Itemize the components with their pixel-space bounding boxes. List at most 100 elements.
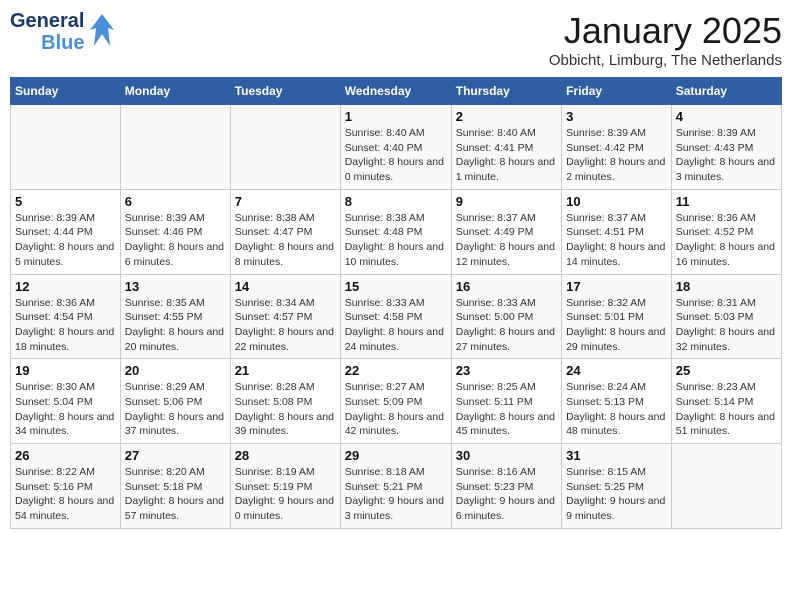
table-row: 12 Sunrise: 8:36 AM Sunset: 4:54 PM Dayli…: [11, 274, 121, 359]
table-row: 1 Sunrise: 8:40 AM Sunset: 4:40 PM Daylig…: [340, 105, 451, 190]
day-number: 12: [15, 279, 116, 294]
table-row: [230, 105, 340, 190]
day-number: 29: [345, 448, 447, 463]
day-info: Sunrise: 8:31 AM Sunset: 5:03 PM Dayligh…: [676, 296, 777, 355]
logo-bird-icon: [88, 12, 116, 48]
day-info: Sunrise: 8:28 AM Sunset: 5:08 PM Dayligh…: [235, 380, 336, 439]
day-info: Sunrise: 8:39 AM Sunset: 4:44 PM Dayligh…: [15, 211, 116, 270]
day-info: Sunrise: 8:15 AM Sunset: 5:25 PM Dayligh…: [566, 465, 667, 524]
logo: General Blue: [10, 10, 116, 54]
day-number: 19: [15, 363, 116, 378]
day-info: Sunrise: 8:22 AM Sunset: 5:16 PM Dayligh…: [15, 465, 116, 524]
day-number: 22: [345, 363, 447, 378]
calendar-week-row: 5 Sunrise: 8:39 AM Sunset: 4:44 PM Daylig…: [11, 189, 782, 274]
logo-general: General: [10, 10, 84, 32]
table-row: 4 Sunrise: 8:39 AM Sunset: 4:43 PM Daylig…: [671, 105, 781, 190]
table-row: 26 Sunrise: 8:22 AM Sunset: 5:16 PM Dayli…: [11, 444, 121, 529]
table-row: [671, 444, 781, 529]
day-info: Sunrise: 8:35 AM Sunset: 4:55 PM Dayligh…: [125, 296, 226, 355]
day-info: Sunrise: 8:27 AM Sunset: 5:09 PM Dayligh…: [345, 380, 447, 439]
page-header: General Blue January 2025 Obbicht, Limbu…: [10, 10, 782, 69]
day-info: Sunrise: 8:38 AM Sunset: 4:47 PM Dayligh…: [235, 211, 336, 270]
day-number: 13: [125, 279, 226, 294]
table-row: 20Sunrise: 8:29 AM Sunset: 5:06 PM Dayli…: [120, 359, 230, 444]
logo-blue: Blue: [41, 32, 84, 54]
table-row: 22 Sunrise: 8:27 AM Sunset: 5:09 PM Dayli…: [340, 359, 451, 444]
table-row: 8 Sunrise: 8:38 AM Sunset: 4:48 PM Daylig…: [340, 189, 451, 274]
day-info: Sunrise: 8:20 AM Sunset: 5:18 PM Dayligh…: [125, 465, 226, 524]
table-row: 28Sunrise: 8:19 AM Sunset: 5:19 PM Dayli…: [230, 444, 340, 529]
day-info: Sunrise: 8:29 AM Sunset: 5:06 PM Dayligh…: [125, 380, 226, 439]
table-row: 11 Sunrise: 8:36 AM Sunset: 4:52 PM Dayli…: [671, 189, 781, 274]
table-row: 21 Sunrise: 8:28 AM Sunset: 5:08 PM Dayli…: [230, 359, 340, 444]
day-number: 30: [456, 448, 557, 463]
table-row: 6 Sunrise: 8:39 AM Sunset: 4:46 PM Daylig…: [120, 189, 230, 274]
day-number: 10: [566, 194, 667, 209]
table-row: 3Sunrise: 8:39 AM Sunset: 4:42 PM Daylig…: [562, 105, 672, 190]
calendar-header-row: Sunday Monday Tuesday Wednesday Thursday…: [11, 78, 782, 105]
day-info: Sunrise: 8:36 AM Sunset: 4:52 PM Dayligh…: [676, 211, 777, 270]
table-row: 2Sunrise: 8:40 AM Sunset: 4:41 PM Daylig…: [451, 105, 561, 190]
day-number: 24: [566, 363, 667, 378]
day-number: 17: [566, 279, 667, 294]
day-number: 9: [456, 194, 557, 209]
day-number: 3: [566, 109, 667, 124]
title-area: January 2025 Obbicht, Limburg, The Nethe…: [549, 10, 782, 69]
day-number: 6: [125, 194, 226, 209]
day-number: 5: [15, 194, 116, 209]
day-info: Sunrise: 8:33 AM Sunset: 5:00 PM Dayligh…: [456, 296, 557, 355]
day-number: 18: [676, 279, 777, 294]
table-row: 27Sunrise: 8:20 AM Sunset: 5:18 PM Dayli…: [120, 444, 230, 529]
day-info: Sunrise: 8:36 AM Sunset: 4:54 PM Dayligh…: [15, 296, 116, 355]
table-row: 18 Sunrise: 8:31 AM Sunset: 5:03 PM Dayli…: [671, 274, 781, 359]
table-row: 24 Sunrise: 8:24 AM Sunset: 5:13 PM Dayli…: [562, 359, 672, 444]
day-info: Sunrise: 8:34 AM Sunset: 4:57 PM Dayligh…: [235, 296, 336, 355]
table-row: 23Sunrise: 8:25 AM Sunset: 5:11 PM Dayli…: [451, 359, 561, 444]
table-row: 7 Sunrise: 8:38 AM Sunset: 4:47 PM Daylig…: [230, 189, 340, 274]
day-info: Sunrise: 8:23 AM Sunset: 5:14 PM Dayligh…: [676, 380, 777, 439]
day-number: 16: [456, 279, 557, 294]
table-row: 14 Sunrise: 8:34 AM Sunset: 4:57 PM Dayli…: [230, 274, 340, 359]
table-row: 19 Sunrise: 8:30 AM Sunset: 5:04 PM Dayli…: [11, 359, 121, 444]
day-number: 14: [235, 279, 336, 294]
day-info: Sunrise: 8:32 AM Sunset: 5:01 PM Dayligh…: [566, 296, 667, 355]
calendar-table: Sunday Monday Tuesday Wednesday Thursday…: [10, 77, 782, 529]
calendar-week-row: 12 Sunrise: 8:36 AM Sunset: 4:54 PM Dayli…: [11, 274, 782, 359]
table-row: 30 Sunrise: 8:16 AM Sunset: 5:23 PM Dayli…: [451, 444, 561, 529]
calendar-week-row: 26 Sunrise: 8:22 AM Sunset: 5:16 PM Dayli…: [11, 444, 782, 529]
day-info: Sunrise: 8:33 AM Sunset: 4:58 PM Dayligh…: [345, 296, 447, 355]
day-info: Sunrise: 8:30 AM Sunset: 5:04 PM Dayligh…: [15, 380, 116, 439]
table-row: 13 Sunrise: 8:35 AM Sunset: 4:55 PM Dayli…: [120, 274, 230, 359]
day-number: 21: [235, 363, 336, 378]
day-number: 15: [345, 279, 447, 294]
day-info: Sunrise: 8:16 AM Sunset: 5:23 PM Dayligh…: [456, 465, 557, 524]
day-number: 7: [235, 194, 336, 209]
day-number: 4: [676, 109, 777, 124]
table-row: [11, 105, 121, 190]
col-monday: Monday: [120, 78, 230, 105]
day-info: Sunrise: 8:37 AM Sunset: 4:51 PM Dayligh…: [566, 211, 667, 270]
day-info: Sunrise: 8:39 AM Sunset: 4:46 PM Dayligh…: [125, 211, 226, 270]
day-number: 8: [345, 194, 447, 209]
day-info: Sunrise: 8:37 AM Sunset: 4:49 PM Dayligh…: [456, 211, 557, 270]
calendar-title: January 2025: [549, 10, 782, 52]
day-info: Sunrise: 8:18 AM Sunset: 5:21 PM Dayligh…: [345, 465, 447, 524]
table-row: 29 Sunrise: 8:18 AM Sunset: 5:21 PM Dayli…: [340, 444, 451, 529]
day-number: 26: [15, 448, 116, 463]
day-info: Sunrise: 8:38 AM Sunset: 4:48 PM Dayligh…: [345, 211, 447, 270]
day-info: Sunrise: 8:24 AM Sunset: 5:13 PM Dayligh…: [566, 380, 667, 439]
table-row: 5 Sunrise: 8:39 AM Sunset: 4:44 PM Daylig…: [11, 189, 121, 274]
table-row: 15 Sunrise: 8:33 AM Sunset: 4:58 PM Dayli…: [340, 274, 451, 359]
col-thursday: Thursday: [451, 78, 561, 105]
day-number: 2: [456, 109, 557, 124]
col-saturday: Saturday: [671, 78, 781, 105]
day-number: 23: [456, 363, 557, 378]
col-tuesday: Tuesday: [230, 78, 340, 105]
day-info: Sunrise: 8:40 AM Sunset: 4:40 PM Dayligh…: [345, 126, 447, 185]
day-number: 28: [235, 448, 336, 463]
day-number: 11: [676, 194, 777, 209]
day-number: 1: [345, 109, 447, 124]
col-friday: Friday: [562, 78, 672, 105]
day-info: Sunrise: 8:39 AM Sunset: 4:43 PM Dayligh…: [676, 126, 777, 185]
calendar-week-row: 1 Sunrise: 8:40 AM Sunset: 4:40 PM Daylig…: [11, 105, 782, 190]
